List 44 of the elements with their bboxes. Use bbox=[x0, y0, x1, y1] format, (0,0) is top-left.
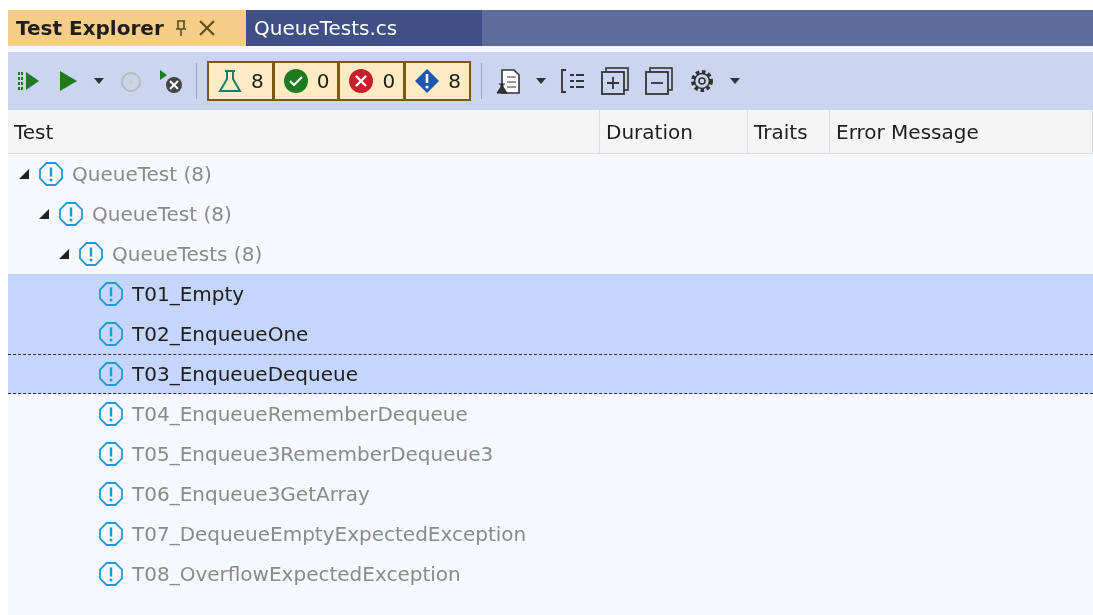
not-run-icon bbox=[98, 441, 124, 467]
not-run-icon bbox=[98, 321, 124, 347]
expanded-icon[interactable] bbox=[38, 208, 50, 220]
flask-filter[interactable]: 8 bbox=[207, 61, 274, 101]
column-header[interactable]: Duration bbox=[600, 110, 748, 153]
error-filter[interactable]: 0 bbox=[339, 61, 406, 101]
test-name: QueueTests (8) bbox=[112, 241, 263, 268]
test-name: QueueTest (8) bbox=[92, 201, 232, 228]
check-filter[interactable]: 0 bbox=[273, 61, 340, 101]
column-header[interactable]: Error Message bbox=[830, 110, 1093, 153]
tree-row[interactable]: T03_EnqueueDequeue bbox=[8, 354, 1093, 394]
not-run-icon bbox=[58, 201, 84, 227]
not-run-icon bbox=[98, 361, 124, 387]
test-name: QueueTest (8) bbox=[72, 161, 212, 188]
test-name: T07_DequeueEmptyExpectedException bbox=[132, 521, 527, 548]
expanded-icon[interactable] bbox=[58, 248, 70, 260]
check-icon bbox=[282, 68, 309, 94]
flask-icon bbox=[217, 68, 243, 94]
test-name: T02_EnqueueOne bbox=[132, 321, 309, 348]
not-run-icon bbox=[98, 521, 124, 547]
not-run-icon bbox=[98, 401, 124, 427]
not-run-icon bbox=[78, 241, 104, 267]
column-header[interactable]: Test bbox=[8, 110, 600, 153]
warning-filter[interactable]: 8 bbox=[405, 61, 471, 101]
expanded-icon[interactable] bbox=[18, 168, 30, 180]
test-name: T05_Enqueue3RememberDequeue3 bbox=[132, 441, 494, 468]
not-run-icon bbox=[38, 161, 64, 187]
tree-row[interactable]: T02_EnqueueOne bbox=[8, 314, 1093, 354]
not-run-icon bbox=[98, 281, 124, 307]
warning-icon bbox=[414, 68, 441, 94]
test-name: T08_OverflowExpectedException bbox=[132, 561, 461, 588]
error-icon bbox=[348, 68, 375, 94]
tab[interactable]: Test Explorer bbox=[8, 10, 246, 46]
test-name: T06_Enqueue3GetArray bbox=[132, 481, 370, 508]
pin-icon[interactable] bbox=[173, 19, 188, 37]
column-header[interactable]: Traits bbox=[748, 110, 830, 153]
not-run-icon bbox=[98, 561, 124, 587]
not-run-icon bbox=[98, 481, 124, 507]
test-name: T01_Empty bbox=[132, 281, 245, 308]
close-icon[interactable] bbox=[197, 19, 216, 37]
test-name: T03_EnqueueDequeue bbox=[132, 361, 358, 388]
tab[interactable]: QueueTests.cs bbox=[246, 10, 482, 46]
tree-row[interactable]: T01_Empty bbox=[8, 274, 1093, 314]
test-name: T04_EnqueueRememberDequeue bbox=[132, 401, 468, 428]
